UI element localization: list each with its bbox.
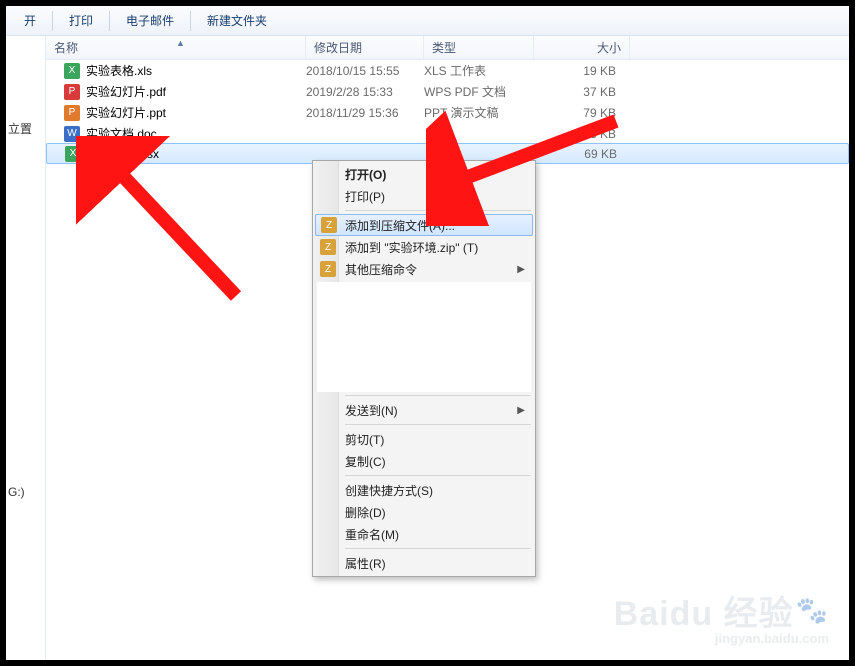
ctx-open[interactable]: 打开(O) <box>315 163 533 185</box>
column-header-row: ▲ 名称 修改日期 类型 大小 <box>46 36 849 60</box>
doc-icon: W <box>64 126 80 142</box>
ctx-print[interactable]: 打印(P) <box>315 185 533 207</box>
ctx-add-to-named-zip[interactable]: Z 添加到 "实验环境.zip" (T) <box>315 236 533 258</box>
file-size: 19 KB <box>534 64 630 78</box>
file-row[interactable]: P 实验幻灯片.ppt 2018/11/29 15:36 PPT 演示文稿 79… <box>46 102 849 123</box>
toolbar-separator <box>190 11 191 31</box>
ctx-rename[interactable]: 重命名(M) <box>315 523 533 545</box>
toolbar-open-button[interactable]: 开 <box>12 8 48 33</box>
ctx-cut[interactable]: 剪切(T) <box>315 428 533 450</box>
file-name: 实验表格.xls <box>86 62 152 79</box>
file-type: PPT 演示文稿 <box>424 104 534 121</box>
file-size: 13 KB <box>534 127 630 141</box>
paw-icon: 🐾 <box>796 595 829 626</box>
file-date: 2018/10/15 15:55 <box>306 64 424 78</box>
ctx-other-archive[interactable]: Z 其他压缩命令 ▶ <box>315 258 533 280</box>
context-menu: 打开(O) 打印(P) Z 添加到压缩文件(A)... Z 添加到 "实验环境.… <box>312 160 536 577</box>
file-row[interactable]: P 实验幻灯片.pdf 2019/2/28 15:33 WPS PDF 文档 3… <box>46 81 849 102</box>
ctx-copy[interactable]: 复制(C) <box>315 450 533 472</box>
ctx-create-shortcut[interactable]: 创建快捷方式(S) <box>315 479 533 501</box>
file-row[interactable]: W 实验文档.doc 13 KB <box>46 123 849 144</box>
sidebar-drive-label[interactable]: G:) <box>6 481 45 503</box>
xlsx-icon: X <box>65 146 81 162</box>
file-name: 实验幻灯片.pdf <box>86 83 166 100</box>
ppt-icon: P <box>64 105 80 121</box>
ctx-delete[interactable]: 删除(D) <box>315 501 533 523</box>
column-header-size[interactable]: 大小 <box>534 36 630 59</box>
menu-separator <box>345 395 531 396</box>
file-name: 实验文档.doc <box>86 125 157 142</box>
ctx-properties[interactable]: 属性(R) <box>315 552 533 574</box>
xls-icon: X <box>64 63 80 79</box>
sidebar-location-label: 立置 <box>6 116 45 141</box>
file-size: 69 KB <box>535 147 631 161</box>
submenu-arrow-icon: ▶ <box>517 264 525 275</box>
file-pane: ▲ 名称 修改日期 类型 大小 X 实验表格.xls 2018/10/15 15… <box>46 36 849 660</box>
menu-separator <box>345 210 531 211</box>
column-header-date[interactable]: 修改日期 <box>306 36 424 59</box>
file-size: 37 KB <box>534 85 630 99</box>
archive-icon: Z <box>321 217 337 233</box>
watermark: Baidu 经验🐾 jingyan.baidu.com <box>614 586 829 646</box>
submenu-arrow-icon: ▶ <box>517 405 525 416</box>
file-list: X 实验表格.xls 2018/10/15 15:55 XLS 工作表 19 K… <box>46 60 849 164</box>
file-name: 统计三率.xlsx <box>87 145 159 162</box>
toolbar-separator <box>52 11 53 31</box>
sidebar: 立置 G:) <box>6 36 46 660</box>
toolbar-print-button[interactable]: 打印 <box>57 8 105 33</box>
file-type: XLS 工作表 <box>424 62 534 79</box>
menu-blank-panel <box>317 282 531 392</box>
archive-icon: Z <box>320 261 336 277</box>
file-size: 79 KB <box>534 106 630 120</box>
toolbar-newfolder-button[interactable]: 新建文件夹 <box>195 8 279 33</box>
file-date: 2018/11/29 15:36 <box>306 106 424 120</box>
content-area: 立置 G:) ▲ 名称 修改日期 类型 大小 X 实验表格.xls 2018/1… <box>6 36 849 660</box>
file-type: WPS PDF 文档 <box>424 83 534 100</box>
sort-ascending-icon[interactable]: ▲ <box>176 38 185 48</box>
ctx-send-to[interactable]: 发送到(N) ▶ <box>315 399 533 421</box>
file-row[interactable]: X 实验表格.xls 2018/10/15 15:55 XLS 工作表 19 K… <box>46 60 849 81</box>
ctx-add-to-archive[interactable]: Z 添加到压缩文件(A)... <box>315 214 533 236</box>
file-name: 实验幻灯片.ppt <box>86 104 166 121</box>
toolbar: 开 打印 电子邮件 新建文件夹 <box>6 6 849 36</box>
column-header-type[interactable]: 类型 <box>424 36 534 59</box>
menu-separator <box>345 548 531 549</box>
menu-separator <box>345 475 531 476</box>
archive-icon: Z <box>320 239 336 255</box>
menu-separator <box>345 424 531 425</box>
toolbar-separator <box>109 11 110 31</box>
file-date: 2019/2/28 15:33 <box>306 85 424 99</box>
pdf-icon: P <box>64 84 80 100</box>
toolbar-email-button[interactable]: 电子邮件 <box>114 8 186 33</box>
